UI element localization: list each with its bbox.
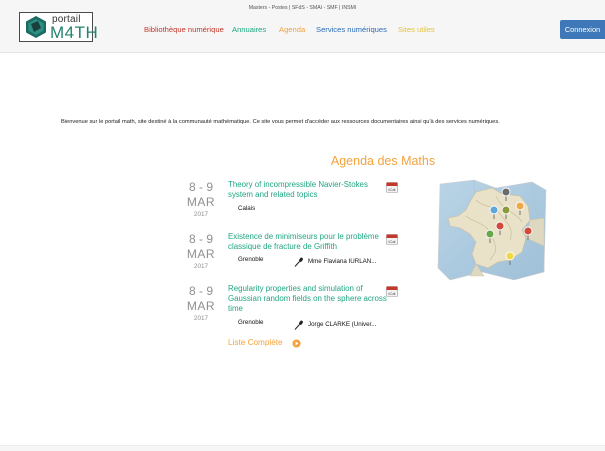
- agenda-event: 8 - 9 MAR 2017 Theory of incompressible …: [170, 180, 410, 240]
- liste-complete-link[interactable]: Liste Complète: [228, 338, 283, 347]
- event-city: Grenoble: [238, 319, 264, 326]
- event-speaker: Mme Flaviana IURLAN...: [308, 258, 377, 265]
- event-year: 2017: [193, 263, 209, 270]
- ical-label: iCal: [389, 291, 396, 296]
- nav-bibliotheque-numerique[interactable]: Bibliothèque numérique: [144, 25, 224, 34]
- nav-agenda[interactable]: Agenda: [279, 25, 305, 34]
- event-title-link[interactable]: Regularity properties and simulation of …: [228, 284, 388, 314]
- footer-strip: [0, 445, 605, 451]
- ical-calendar-icon[interactable]: iCal: [386, 181, 398, 193]
- logo-text-m4th: M4TH: [50, 23, 99, 42]
- welcome-text: Bienvenue sur le portail math, site dest…: [61, 119, 500, 125]
- hexagon-logo-icon: [26, 16, 46, 38]
- agenda-event: 8 - 9 MAR 2017 Existence de minimiseurs …: [170, 232, 410, 292]
- ical-calendar-icon[interactable]: iCal: [386, 233, 398, 245]
- top-bar: portail M4TH Masters - Postes | SFdS - S…: [0, 0, 605, 53]
- nav-sites-utiles[interactable]: Sites utiles: [398, 25, 435, 34]
- microphone-icon: [294, 257, 303, 267]
- arrow-right-circle-icon[interactable]: [292, 339, 301, 348]
- event-day: 8 - 9: [188, 232, 213, 246]
- event-month: MAR: [186, 247, 216, 261]
- event-title-link[interactable]: Existence de minimiseurs pour le problèm…: [228, 232, 388, 252]
- ical-label: iCal: [389, 239, 396, 244]
- event-day: 8 - 9: [188, 180, 213, 194]
- agenda-title: Agenda des Maths: [330, 154, 436, 168]
- event-city: Calais: [238, 205, 256, 212]
- event-speaker: Jorge CLARKE (Univer...: [308, 321, 377, 328]
- event-city: Grenoble: [238, 256, 264, 263]
- nav-annuaires[interactable]: Annuaires: [232, 25, 266, 34]
- ical-label: iCal: [389, 187, 396, 192]
- ical-calendar-icon[interactable]: iCal: [386, 285, 398, 297]
- microphone-icon: [294, 320, 303, 330]
- event-month: MAR: [186, 299, 216, 313]
- event-year: 2017: [193, 315, 209, 322]
- event-day: 8 - 9: [188, 284, 213, 298]
- agenda-event: 8 - 9 MAR 2017 Regularity properties and…: [170, 284, 410, 344]
- nav-services-numeriques[interactable]: Services numériques: [316, 25, 387, 34]
- portail-math-logo[interactable]: portail M4TH: [19, 12, 98, 42]
- event-title-link[interactable]: Theory of incompressible Navier-Stokes s…: [228, 180, 388, 200]
- event-month: MAR: [186, 195, 216, 209]
- france-map[interactable]: [436, 176, 548, 284]
- connexion-button[interactable]: Connexion: [560, 20, 605, 39]
- societies-links[interactable]: Masters - Postes | SFdS - SMAI - SMF | I…: [0, 5, 605, 11]
- event-year: 2017: [193, 211, 209, 218]
